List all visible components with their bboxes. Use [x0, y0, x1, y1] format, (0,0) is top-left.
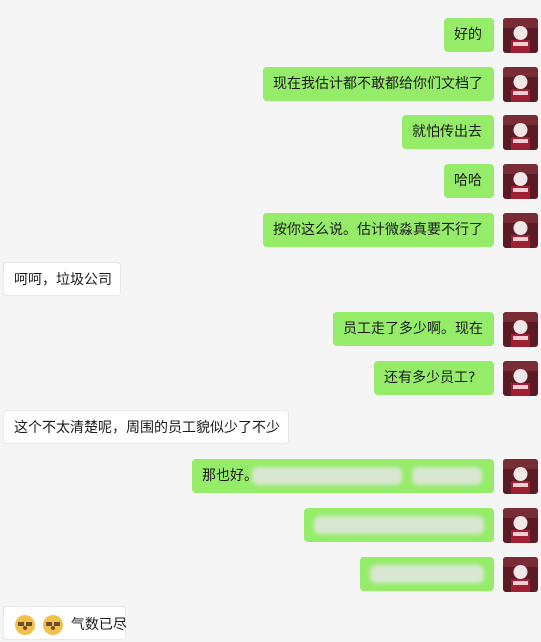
avatar-photo: [503, 361, 538, 396]
avatar[interactable]: [503, 213, 538, 248]
avatar-photo: [503, 459, 538, 494]
message-text: 现在我估计都不敢都给你们文档了: [273, 76, 483, 92]
redacted-text: [314, 516, 484, 534]
message-text: 呵呵，垃圾公司: [14, 272, 112, 288]
avatar[interactable]: [503, 312, 538, 347]
message-text: 还有多少员工?: [384, 370, 476, 386]
message-bubble[interactable]: 哈哈: [444, 164, 494, 198]
avatar-photo: [503, 312, 538, 347]
avatar-photo: [503, 115, 538, 150]
message-text: 这个不太清楚呢，周围的员工貌似少了不少: [14, 420, 280, 436]
message-bubble[interactable]: 现在我估计都不敢都给你们文档了: [263, 67, 494, 101]
message-text: 员工走了多少啊。现在: [343, 321, 483, 337]
avatar[interactable]: [503, 164, 538, 199]
message-text: 哈哈: [454, 173, 482, 189]
avatar-photo: [503, 67, 538, 102]
message-bubble[interactable]: 还有多少员工?: [374, 361, 494, 395]
avatar[interactable]: [503, 508, 538, 543]
message-bubble[interactable]: 就怕传出去: [402, 115, 494, 149]
message-text: 气数已尽: [70, 617, 127, 633]
message-text: 按你这么说。估计微淼真要不行了: [273, 222, 483, 238]
message-text: 好的: [454, 27, 482, 43]
avatar[interactable]: [503, 67, 538, 102]
redacted-text: [370, 565, 484, 583]
message-bubble[interactable]: 这个不太清楚呢，周围的员工貌似少了不少: [3, 410, 289, 444]
avatar[interactable]: [503, 18, 538, 53]
redacted-text: [412, 467, 482, 485]
chat-window: 好的 现在我估计都不敢都给你们文档了 就怕传出去 哈哈 按你这么说。估计微淼真要…: [0, 0, 541, 642]
message-bubble[interactable]: 气数已尽: [3, 606, 127, 640]
message-text: 就怕传出去: [412, 124, 482, 140]
avatar-photo: [503, 164, 538, 199]
avatar[interactable]: [503, 115, 538, 150]
doge-face-icon: [42, 614, 64, 636]
message-bubble[interactable]: 好的: [444, 18, 494, 52]
avatar-photo: [503, 557, 538, 592]
message-bubble[interactable]: 呵呵，垃圾公司: [3, 262, 121, 296]
avatar-photo: [503, 18, 538, 53]
message-text: 那也好。: [202, 468, 258, 484]
message-bubble[interactable]: 按你这么说。估计微淼真要不行了: [263, 213, 494, 247]
avatar-photo: [503, 508, 538, 543]
avatar[interactable]: [503, 361, 538, 396]
message-bubble[interactable]: 员工走了多少啊。现在: [333, 312, 494, 346]
avatar[interactable]: [503, 459, 538, 494]
avatar[interactable]: [503, 557, 538, 592]
avatar-photo: [503, 213, 538, 248]
message-bubble[interactable]: 那也好。: [192, 459, 494, 493]
message-bubble[interactable]: [304, 508, 494, 542]
redacted-text: [252, 467, 402, 485]
doge-face-icon: [14, 614, 36, 636]
message-bubble[interactable]: [360, 557, 494, 591]
